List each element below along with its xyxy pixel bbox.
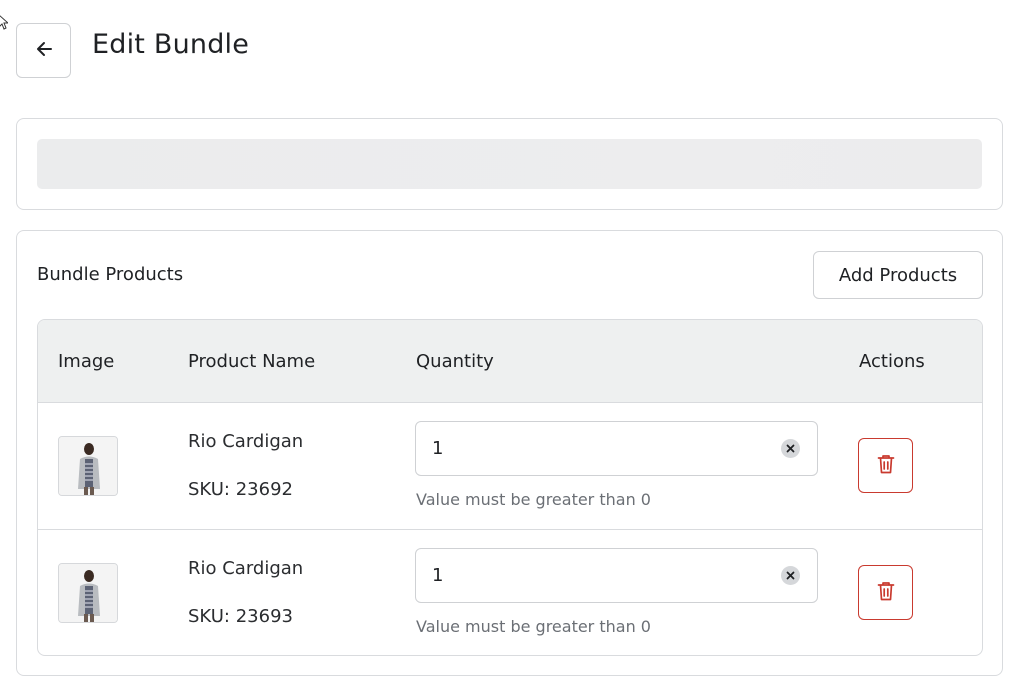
- trash-icon: [877, 581, 895, 605]
- delete-button[interactable]: [858, 438, 913, 493]
- section-title: Bundle Products: [37, 264, 184, 285]
- page-title: Edit Bundle: [92, 29, 250, 60]
- quantity-value: 1: [432, 438, 444, 459]
- back-button[interactable]: [16, 23, 71, 78]
- bundle-details-card: [16, 118, 1003, 210]
- column-header-product-name: Product Name: [188, 351, 316, 372]
- quantity-input[interactable]: 1: [415, 421, 818, 476]
- product-sku: SKU: 23693: [188, 606, 293, 627]
- column-header-image: Image: [58, 351, 115, 372]
- quantity-helper-text: Value must be greater than 0: [416, 490, 651, 509]
- delete-button[interactable]: [858, 565, 913, 620]
- quantity-helper-text: Value must be greater than 0: [416, 617, 651, 636]
- quantity-value: 1: [432, 565, 444, 586]
- product-name: Rio Cardigan: [188, 431, 304, 452]
- product-name: Rio Cardigan: [188, 558, 304, 579]
- arrow-left-icon: [34, 39, 54, 63]
- bundle-products-table: Image Product Name Quantity Actions Rio …: [37, 319, 983, 656]
- table-row: Rio Cardigan SKU: 23692 1 Value must be …: [38, 403, 982, 529]
- add-products-button[interactable]: Add Products: [813, 251, 983, 299]
- table-row: Rio Cardigan SKU: 23693 1 Value must be …: [38, 529, 982, 655]
- table-header: Image Product Name Quantity Actions: [38, 320, 982, 403]
- column-header-quantity: Quantity: [416, 351, 494, 372]
- product-sku: SKU: 23692: [188, 479, 293, 500]
- bundle-products-card: Bundle Products Add Products Image Produ…: [16, 230, 1003, 676]
- loading-skeleton: [37, 139, 982, 189]
- product-thumbnail: [58, 436, 118, 496]
- clear-x-icon[interactable]: [781, 566, 800, 585]
- column-header-actions: Actions: [859, 351, 925, 372]
- quantity-input[interactable]: 1: [415, 548, 818, 603]
- clear-x-icon[interactable]: [781, 439, 800, 458]
- product-thumbnail: [58, 563, 118, 623]
- trash-icon: [877, 454, 895, 478]
